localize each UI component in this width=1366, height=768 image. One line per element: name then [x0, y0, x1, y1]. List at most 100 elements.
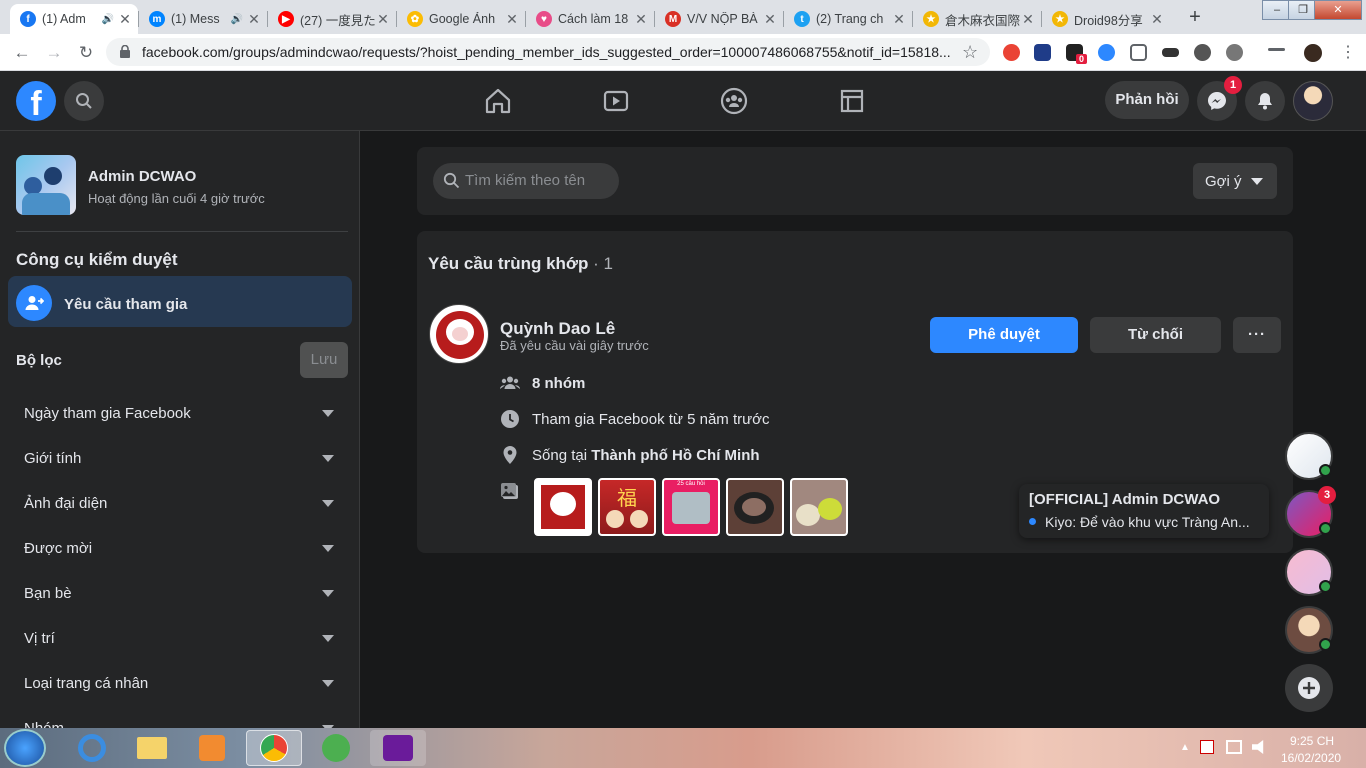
close-tab-icon[interactable]: ✕ — [1021, 11, 1035, 28]
sidebar-item-label: Yêu cầu tham gia — [64, 296, 188, 313]
browser-tab[interactable]: ★ Droid98分享 ✕ — [1042, 4, 1170, 34]
home-icon[interactable] — [483, 86, 513, 116]
browser-tab[interactable]: m (1) Mess 🔊 ✕ — [139, 4, 267, 34]
decline-button[interactable]: Từ chối — [1090, 317, 1221, 353]
photo-thumbnail-2[interactable]: 福 — [598, 478, 656, 536]
filter-dropdown[interactable]: Ngày tham gia Facebook — [24, 398, 338, 428]
speaker-icon[interactable]: 🔊 — [231, 14, 243, 25]
trophy-icon: ★ — [923, 11, 939, 27]
extension-chat-icon[interactable] — [1130, 44, 1147, 61]
close-tab-icon[interactable]: ✕ — [763, 11, 777, 28]
caret-down-icon — [322, 544, 334, 552]
caret-down-icon — [322, 499, 334, 507]
speaker-icon[interactable]: 🔊 — [102, 14, 114, 25]
photo-thumbnail-5[interactable] — [790, 478, 848, 536]
close-tab-icon[interactable]: ✕ — [634, 11, 648, 28]
lives-city[interactable]: Thành phố Hồ Chí Minh — [591, 447, 759, 464]
profile-avatar[interactable] — [1302, 42, 1324, 64]
clock-date[interactable]: 16/02/2020 — [1281, 751, 1341, 765]
tab-title: Droid98分享 — [1074, 13, 1143, 28]
close-tab-icon[interactable]: ✕ — [118, 11, 132, 28]
photo-thumbnail-1[interactable] — [534, 478, 592, 536]
clock-time[interactable]: 9:25 CH — [1290, 734, 1334, 748]
gaming-icon[interactable] — [837, 86, 867, 116]
groups-icon[interactable] — [719, 86, 749, 116]
close-tab-icon[interactable]: ✕ — [1150, 11, 1164, 28]
search-button[interactable] — [64, 81, 104, 121]
video-editor-icon[interactable] — [370, 730, 426, 766]
photo-thumbnail-4[interactable] — [726, 478, 784, 536]
browser-tab[interactable]: ✿ Google Ảnh ✕ — [397, 4, 525, 34]
filter-dropdown[interactable]: Giới tính — [24, 443, 338, 473]
browser-tab[interactable]: ★ 倉木麻衣国際 ✕ — [913, 4, 1041, 34]
close-tab-icon[interactable]: ✕ — [247, 11, 261, 28]
browser-tab[interactable]: ♥ Cách làm 18 ✕ — [526, 4, 654, 34]
show-hidden-icons[interactable]: ▲ — [1180, 742, 1190, 753]
close-tab-icon[interactable]: ✕ — [892, 11, 906, 28]
browser-tab[interactable]: f (1) Adm 🔊 ✕ — [10, 4, 138, 34]
requester-avatar[interactable] — [429, 304, 489, 364]
extension-skull-icon[interactable] — [1194, 44, 1211, 61]
tab-title: (1) Mess — [171, 12, 220, 26]
back-icon[interactable]: ← — [12, 43, 32, 63]
network-icon[interactable] — [1226, 740, 1242, 754]
filter-dropdown[interactable]: Vị trí — [24, 623, 338, 653]
requester-name[interactable]: Quỳnh Dao Lê — [500, 319, 615, 339]
action-center-icon[interactable] — [1200, 740, 1214, 754]
forward-icon[interactable]: → — [44, 43, 64, 63]
gmail-icon: M — [665, 11, 681, 27]
section-count: · 1 — [588, 254, 613, 273]
tab-separator — [654, 11, 655, 27]
extension-glasses-icon[interactable] — [1162, 48, 1179, 57]
extension-messenger-icon[interactable] — [1098, 44, 1115, 61]
notifications-button[interactable] — [1245, 81, 1285, 121]
twitter-icon: t — [794, 11, 810, 27]
filter-dropdown[interactable]: Được mời — [24, 533, 338, 563]
filter-label: Loại trang cá nhân — [24, 674, 149, 692]
filter-dropdown[interactable]: Loại trang cá nhân — [24, 668, 338, 698]
internet-explorer-icon[interactable] — [64, 730, 120, 766]
browser-tab[interactable]: t (2) Trang ch ✕ — [784, 4, 912, 34]
filter-dropdown[interactable]: Bạn bè — [24, 578, 338, 608]
browser-tab[interactable]: M V/V NỘP BÀ ✕ — [655, 4, 783, 34]
reload-icon[interactable]: ↻ — [76, 43, 96, 63]
more-options-button[interactable]: ··· — [1233, 317, 1281, 353]
plus-icon — [1298, 677, 1320, 699]
file-explorer-icon[interactable] — [124, 730, 180, 766]
reading-list-icon[interactable] — [1268, 48, 1285, 51]
group-cover-image[interactable] — [16, 155, 76, 215]
facebook-logo-icon[interactable]: f — [16, 81, 56, 123]
save-filters-button[interactable]: Lưu — [300, 342, 348, 378]
chrome-menu-icon[interactable]: ⋮ — [1340, 42, 1356, 62]
photo-thumbnail-3[interactable]: 25 câu hỏi — [662, 478, 720, 536]
close-tab-icon[interactable]: ✕ — [376, 11, 390, 28]
search-placeholder: Tìm kiếm theo tên — [465, 172, 586, 189]
new-tab-button[interactable]: + — [1184, 6, 1206, 28]
bookmark-star-icon[interactable]: ☆ — [962, 42, 978, 63]
location-pin-icon — [503, 446, 517, 464]
lock-icon — [120, 44, 130, 58]
tab-separator — [525, 11, 526, 27]
close-window-button[interactable]: ✕ — [1314, 0, 1362, 20]
clock-icon — [501, 410, 519, 428]
watch-icon[interactable] — [601, 86, 631, 116]
extension-block-icon[interactable] — [1003, 44, 1020, 61]
approve-button[interactable]: Phê duyệt — [930, 317, 1078, 353]
close-tab-icon[interactable]: ✕ — [505, 11, 519, 28]
feedback-button[interactable]: Phản hồi — [1105, 81, 1189, 119]
chrome-taskbar-icon[interactable] — [246, 730, 302, 766]
heart-icon: ♥ — [536, 11, 552, 27]
unread-dot — [1029, 518, 1036, 525]
media-player-icon[interactable] — [184, 730, 240, 766]
filter-dropdown[interactable]: Ảnh đại diện — [24, 488, 338, 518]
extension-j-icon[interactable] — [1034, 44, 1051, 61]
start-button[interactable] — [4, 729, 46, 767]
account-avatar[interactable] — [1293, 81, 1333, 121]
extension-cloud-icon[interactable] — [1226, 44, 1243, 61]
browser-tab[interactable]: ▶ (27) 一度見た ✕ — [268, 4, 396, 34]
parrot-app-icon[interactable] — [308, 730, 364, 766]
groups-count[interactable]: 8 nhóm — [532, 375, 585, 392]
chat-preview-message: Kiyo: Để vào khu vực Tràng An... — [1045, 514, 1250, 530]
group-name[interactable]: Admin DCWAO — [88, 168, 196, 185]
new-message-button[interactable] — [1285, 664, 1333, 712]
